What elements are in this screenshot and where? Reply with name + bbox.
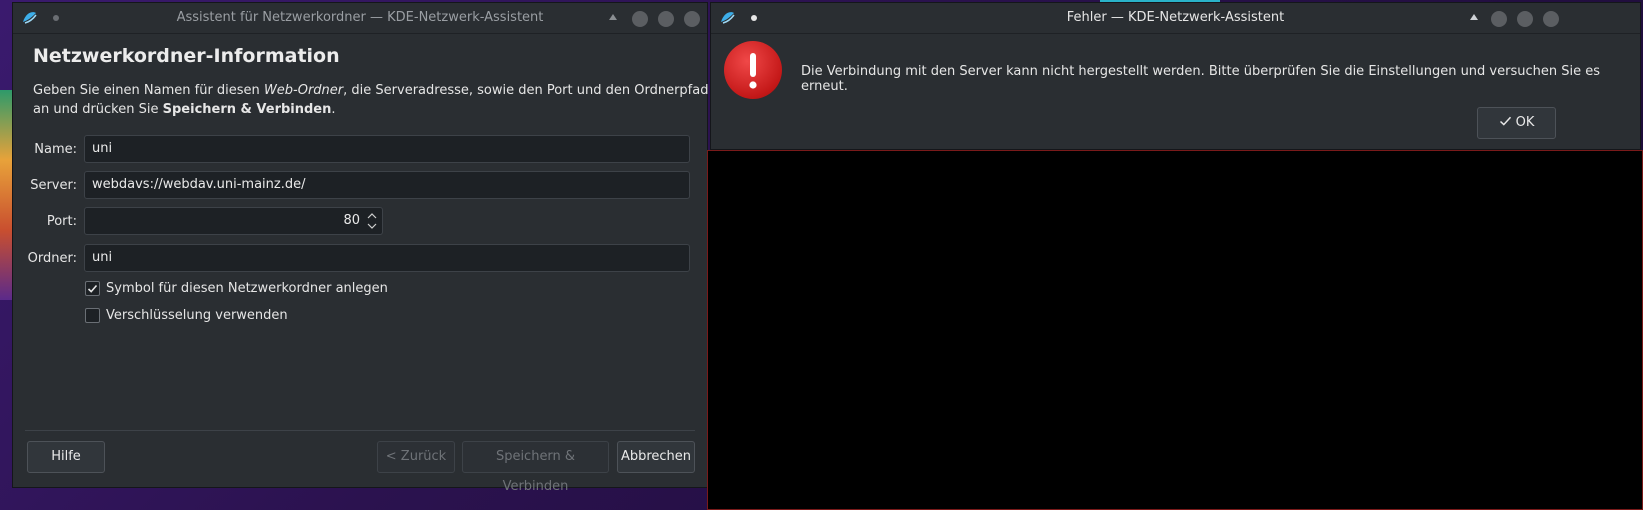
minimize-button[interactable]: [632, 11, 648, 27]
checkmark-icon: [1499, 116, 1511, 126]
folder-field[interactable]: uni: [84, 244, 690, 272]
ok-button[interactable]: OK: [1477, 107, 1556, 139]
maximize-button[interactable]: [1517, 11, 1533, 27]
error-message: Die Verbindung mit den Server kann nicht…: [801, 64, 1601, 94]
folder-label: Ordner:: [27, 251, 77, 266]
error-icon: [724, 41, 782, 99]
page-heading: Netzwerkordner-Information: [33, 45, 340, 67]
server-label: Server:: [30, 178, 77, 193]
keep-above-icon[interactable]: [609, 14, 617, 20]
close-button[interactable]: [684, 11, 700, 27]
divider: [25, 430, 695, 431]
title-bar[interactable]: Assistent für Netzwerkordner — KDE-Netzw…: [13, 3, 707, 34]
spin-arrows-icon[interactable]: [366, 211, 378, 231]
help-button[interactable]: Hilfe: [27, 441, 105, 473]
error-dialog-window: Fehler — KDE-Netzwerk-Assistent Die Verb…: [710, 2, 1641, 150]
save-connect-button[interactable]: Speichern & Verbinden: [462, 441, 609, 494]
ok-label: OK: [1515, 115, 1535, 130]
page-description: Geben Sie einen Namen für diesen Web-Ord…: [33, 83, 709, 117]
name-field[interactable]: uni: [84, 135, 690, 163]
port-label: Port:: [46, 214, 77, 229]
symbol-checkbox-label[interactable]: Symbol für diesen Netzwerkordner anlegen: [106, 281, 388, 296]
port-spinbox[interactable]: 80: [84, 207, 383, 235]
name-label: Name:: [34, 142, 77, 157]
port-value: 80: [343, 213, 360, 228]
keep-above-icon[interactable]: [1470, 14, 1478, 20]
checkmark-icon: [87, 284, 98, 293]
minimize-button[interactable]: [1491, 11, 1507, 27]
server-field[interactable]: webdavs://webdav.uni-mainz.de/: [84, 171, 690, 199]
error-title-bar[interactable]: Fehler — KDE-Netzwerk-Assistent: [711, 3, 1640, 34]
close-button[interactable]: [1543, 11, 1559, 27]
maximize-button[interactable]: [658, 11, 674, 27]
back-button[interactable]: < Zurück: [377, 441, 455, 473]
network-folder-wizard-window: Assistent für Netzwerkordner — KDE-Netzw…: [12, 2, 708, 494]
encryption-checkbox-label[interactable]: Verschlüsselung verwenden: [106, 308, 288, 323]
symbol-checkbox[interactable]: [85, 281, 100, 296]
cancel-button[interactable]: Abbrechen: [617, 441, 695, 473]
encryption-checkbox[interactable]: [85, 308, 100, 323]
blank-window-area: [707, 150, 1643, 510]
window-title: Assistent für Netzwerkordner — KDE-Netzw…: [176, 10, 544, 25]
